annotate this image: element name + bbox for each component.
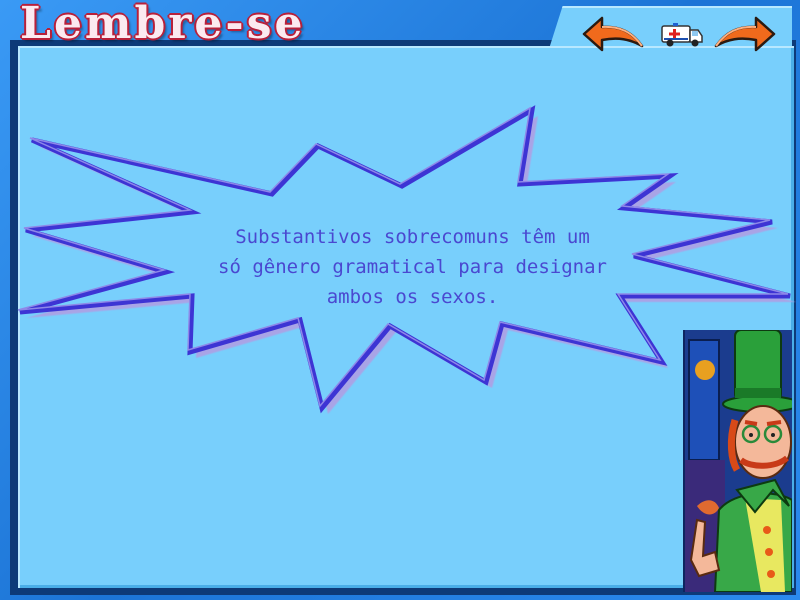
leprechaun-illustration (685, 330, 792, 592)
message-line-2: só gênero gramatical para designar (218, 256, 607, 278)
message-line-3: ambos os sexos. (326, 286, 499, 308)
character-portrait (683, 330, 792, 592)
back-arrow-icon (582, 16, 644, 52)
message-line-1: Substantivos sobrecomuns têm um (235, 226, 590, 248)
home-button[interactable] (659, 20, 705, 50)
forward-arrow-icon (714, 16, 776, 52)
page-title: Lembre-se (20, 0, 306, 49)
ambulance-icon (661, 23, 703, 47)
reminder-message: Substantivos sobrecomuns têm um só gêner… (195, 222, 630, 312)
back-button[interactable] (580, 12, 646, 56)
forward-button[interactable] (712, 12, 778, 56)
